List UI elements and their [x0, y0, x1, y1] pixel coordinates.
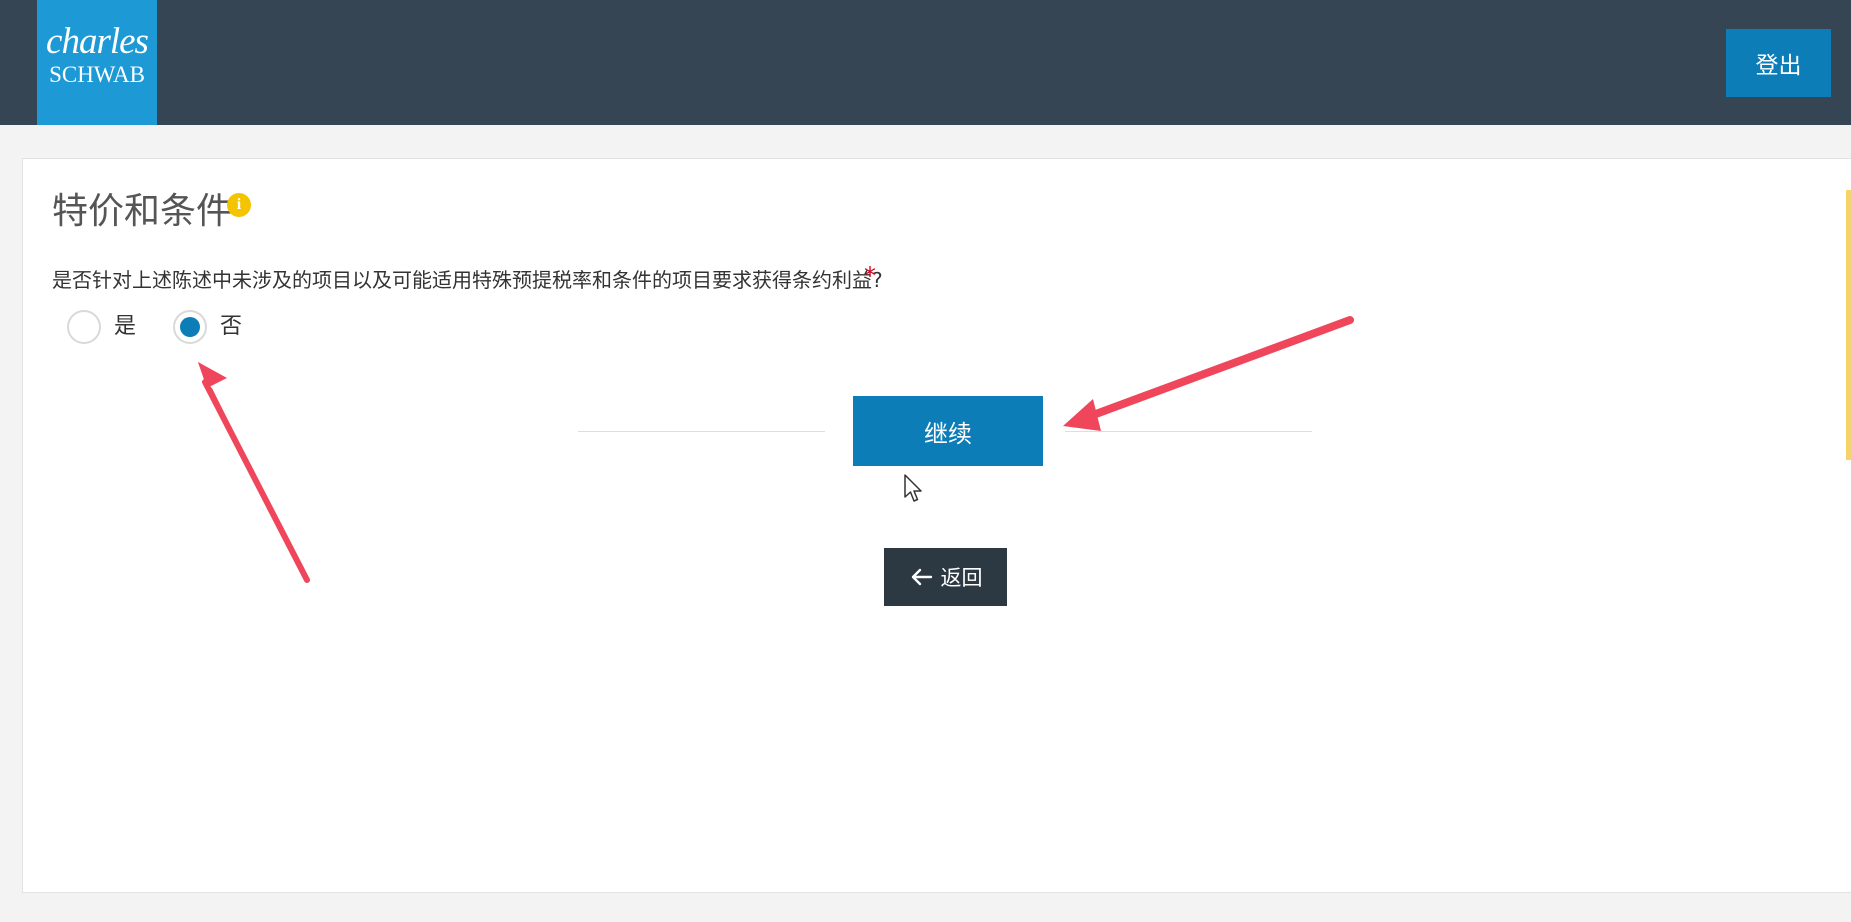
back-button[interactable]: 返回	[884, 548, 1007, 606]
top-header: charles SCHWAB 登出	[0, 0, 1851, 125]
radio-no[interactable]	[173, 310, 207, 344]
charles-schwab-logo[interactable]: charles SCHWAB	[37, 0, 157, 125]
radio-no-label[interactable]: 否	[220, 313, 242, 341]
mouse-pointer-icon	[904, 474, 922, 502]
logo-line-1: charles	[46, 21, 149, 62]
back-button-label: 返回	[940, 566, 983, 590]
radio-selected-dot	[180, 317, 200, 337]
card-edge-accent	[1846, 190, 1851, 460]
info-icon[interactable]: i	[227, 193, 251, 217]
question-text: 是否针对上述陈述中未涉及的项目以及可能适用特殊预提税率和条件的项目要求获得条约利…	[52, 268, 883, 292]
radio-yes[interactable]	[67, 310, 101, 344]
section-title: 特价和条件	[52, 191, 233, 232]
divider-right	[1065, 431, 1312, 432]
arrow-left-icon	[911, 568, 932, 586]
divider-left	[578, 431, 825, 432]
logo-line-2: SCHWAB	[49, 62, 145, 87]
continue-button[interactable]: 继续	[853, 396, 1043, 466]
radio-yes-label[interactable]: 是	[114, 313, 136, 341]
logout-button[interactable]: 登出	[1726, 29, 1831, 97]
required-marker: *	[864, 262, 876, 290]
